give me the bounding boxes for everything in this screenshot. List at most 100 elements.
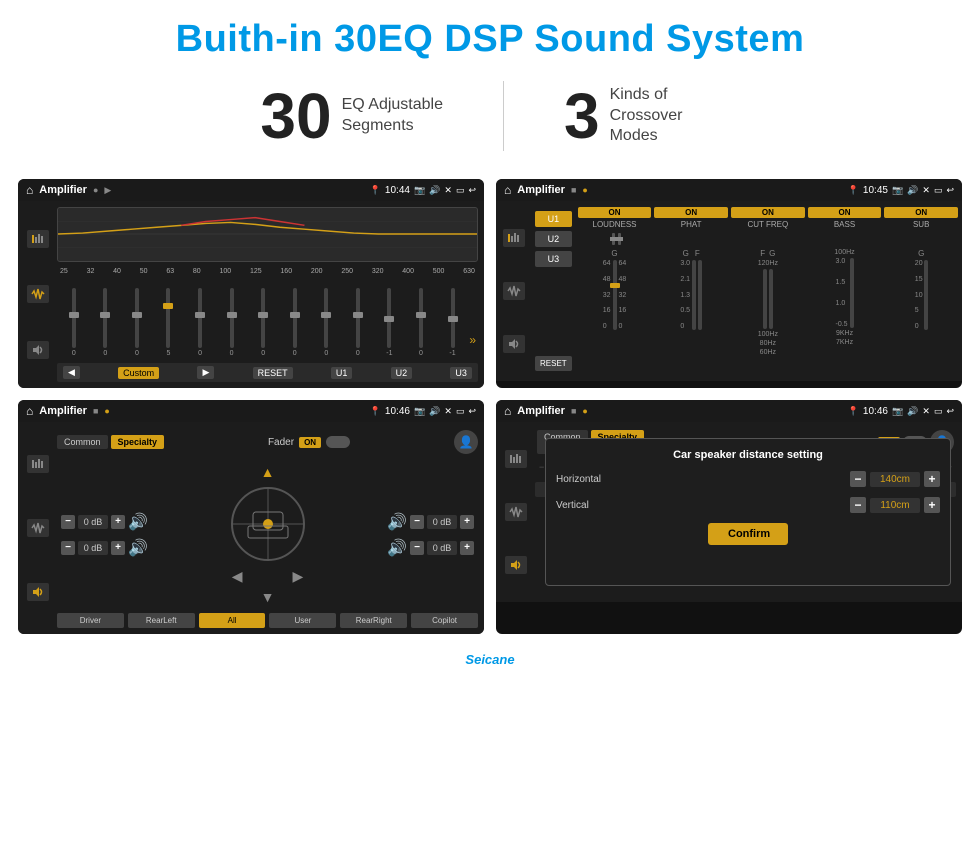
eq-slider-5[interactable] [198,288,202,348]
eq-slider-9[interactable] [324,288,328,348]
tab-common-3[interactable]: Common [57,435,108,449]
app-name-2: Amplifier [517,184,565,196]
u2-btn[interactable]: U2 [391,367,413,379]
up-arrow[interactable]: ▲ [261,464,275,480]
eq-slider-3[interactable] [135,288,139,348]
fader-main: Common Specialty Fader ON 👤 − [57,428,478,628]
plus-br[interactable]: + [460,541,474,555]
u2-band-btn[interactable]: U2 [535,231,572,247]
v-col-cutfreq: FG 120Hz 100Hz 80Hz 60Hz [731,249,805,375]
profile-btn-3[interactable]: 👤 [454,430,478,454]
eq-sliders: 0 0 0 5 0 [57,279,478,359]
close-icon-4: ✕ [922,406,930,417]
minus-bl[interactable]: − [61,541,75,555]
eq-slider-11[interactable] [387,288,391,348]
wave-icon[interactable] [27,285,49,303]
sub-slider[interactable] [924,260,928,330]
minus-br[interactable]: − [410,541,424,555]
back-icon-2: ↩ [946,185,954,196]
loudness-slider[interactable] [613,260,617,330]
window-icon-3: ▭ [456,406,465,417]
right-arrow[interactable]: ▶ [293,568,304,585]
crossover-h-sliders [578,233,958,245]
phat-slider2[interactable] [698,260,702,330]
screen-distance: ⌂ Amplifier ■ ● 📍 10:46 📷 🔊 ✕ ▭ ↩ [496,400,962,634]
play-btn[interactable]: ▶ [197,366,214,379]
more-icon[interactable]: » [469,333,476,357]
eq-icon-2[interactable] [503,229,525,247]
horizontal-plus[interactable]: + [924,471,940,487]
eq-slider-1[interactable] [72,288,76,348]
vertical-control: − 110cm + [850,497,940,513]
confirm-btn[interactable]: Confirm [708,523,788,545]
pos-driver[interactable]: Driver [57,613,124,628]
fader-on-badge[interactable]: ON [299,437,321,448]
speaker-icon-side-3[interactable] [27,583,49,601]
wave-icon-3[interactable] [27,519,49,537]
prev-btn[interactable]: ◀ [63,366,80,379]
left-arrow[interactable]: ◀ [232,568,243,585]
eq-slider-12[interactable] [419,288,423,348]
pos-rearright[interactable]: RearRight [340,613,407,628]
reset-btn-1[interactable]: RESET [253,367,293,379]
speaker-position-area: − 0 dB + 🔊 − 0 dB + 🔊 [57,460,478,609]
custom-btn[interactable]: Custom [118,367,159,379]
down-arrow[interactable]: ▼ [261,589,275,605]
u1-btn[interactable]: U1 [331,367,353,379]
bass-slider[interactable] [850,258,854,328]
minus-tl[interactable]: − [61,515,75,529]
db-val-tl: 0 dB [78,515,108,529]
cutfreq-slider2[interactable] [769,269,773,329]
phat-on[interactable]: ON [654,207,728,218]
eq-slider-6[interactable] [230,288,234,348]
cutfreq-on[interactable]: ON [731,207,805,218]
plus-tr[interactable]: + [460,515,474,529]
reset-btn-2[interactable]: RESET [535,356,572,371]
pos-rearleft[interactable]: RearLeft [128,613,195,628]
tab-specialty-3[interactable]: Specialty [111,435,165,449]
eq-icon-3[interactable] [27,455,49,473]
speaker-icon-side-4[interactable] [505,556,527,574]
pos-all[interactable]: All [199,613,266,628]
plus-bl[interactable]: + [111,541,125,555]
vertical-minus[interactable]: − [850,497,866,513]
wave-icon-4[interactable] [505,503,527,521]
eq-slider-10[interactable] [356,288,360,348]
wave-icon-2[interactable] [503,282,525,300]
pos-copilot-3[interactable]: Copilot [411,613,478,628]
plus-tl[interactable]: + [111,515,125,529]
u3-btn[interactable]: U3 [450,367,472,379]
loudness-on[interactable]: ON [578,207,652,218]
eq-icon[interactable] [27,230,49,248]
rec-dot-4: ■ [571,406,576,416]
speaker-icon-side[interactable] [27,341,49,359]
cutfreq-label: CUT FREQ [747,220,788,229]
vertical-plus[interactable]: + [924,497,940,513]
distance-main: Common Specialty ON 👤 −0 dB+ −0 dB+ [535,428,956,596]
u1-band-btn[interactable]: U1 [535,211,572,227]
screenshots-grid: ⌂ Amplifier ● ▶ 📍 10:44 📷 🔊 ✕ ▭ ↩ [0,169,980,648]
crossover-area: U1 U2 U3 RESET ON LOUDNESS ON [533,207,958,375]
eq-slider-4[interactable] [166,288,170,348]
u3-band-btn[interactable]: U3 [535,251,572,267]
location-icon-4: 📍 [848,406,859,417]
horizontal-row: Horizontal − 140cm + [556,471,940,487]
eq-icon-4[interactable] [505,450,527,468]
phat-slider1[interactable] [692,260,696,330]
sub-on[interactable]: ON [884,207,958,218]
v-col-sub: G 20151050 [884,249,958,375]
horizontal-minus[interactable]: − [850,471,866,487]
stats-row: 30 EQ Adjustable Segments 3 Kinds of Cro… [0,71,980,169]
speaker-icon-side-2[interactable] [503,335,525,353]
cutfreq-slider1[interactable] [763,269,767,329]
loudness-h [580,233,653,245]
eq-slider-8[interactable] [293,288,297,348]
eq-slider-2[interactable] [103,288,107,348]
eq-slider-13[interactable] [451,288,455,348]
bass-on[interactable]: ON [808,207,882,218]
fader-toggle[interactable] [326,436,350,448]
time-4: 10:46 [863,406,888,417]
pos-user-3[interactable]: User [269,613,336,628]
minus-tr[interactable]: − [410,515,424,529]
eq-slider-7[interactable] [261,288,265,348]
